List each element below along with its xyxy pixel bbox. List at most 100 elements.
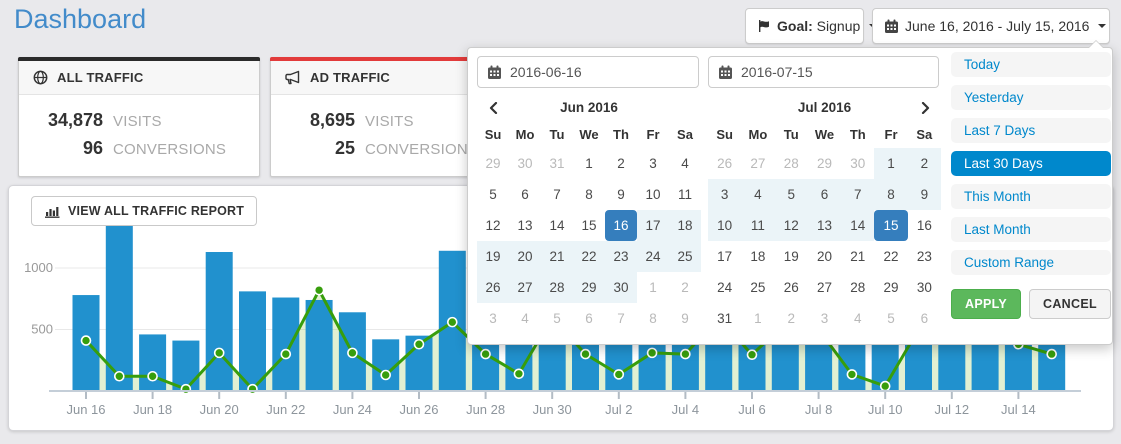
calendar-day[interactable]: 1 (874, 148, 907, 179)
preset-today[interactable]: Today (951, 52, 1111, 77)
calendar-day[interactable]: 20 (509, 241, 541, 272)
conversions-point[interactable] (82, 336, 91, 345)
calendar-day[interactable]: 5 (541, 303, 573, 334)
conversions-point[interactable] (847, 370, 856, 379)
calendar-day[interactable]: 9 (669, 303, 701, 334)
preset-yesterday[interactable]: Yesterday (951, 85, 1111, 110)
conversions-point[interactable] (881, 382, 890, 391)
calendar-day[interactable]: 10 (637, 179, 669, 210)
calendar-day[interactable]: 5 (874, 303, 907, 334)
calendar-day-selected[interactable]: 15 (874, 210, 907, 241)
calendar-day[interactable]: 29 (477, 148, 509, 179)
calendar-day[interactable]: 2 (775, 303, 808, 334)
calendar-day[interactable]: 26 (708, 148, 741, 179)
calendar-day[interactable]: 14 (841, 210, 874, 241)
calendar-day[interactable]: 2 (908, 148, 941, 179)
calendar-day[interactable]: 3 (637, 148, 669, 179)
date-range-button[interactable]: June 16, 2016 - July 15, 2016 (872, 8, 1110, 44)
calendar-day[interactable]: 1 (741, 303, 774, 334)
calendar-day[interactable]: 8 (637, 303, 669, 334)
calendar-day[interactable]: 17 (708, 241, 741, 272)
goal-dropdown-button[interactable]: Goal: Signup (745, 8, 864, 44)
visits-bar[interactable] (139, 334, 166, 391)
visits-bar[interactable] (206, 252, 233, 391)
calendar-day[interactable]: 24 (637, 241, 669, 272)
calendar-day[interactable]: 4 (841, 303, 874, 334)
calendar-day[interactable]: 26 (477, 272, 509, 303)
calendar-day[interactable]: 30 (841, 148, 874, 179)
calendar-day[interactable]: 31 (541, 148, 573, 179)
calendar-day[interactable]: 13 (509, 210, 541, 241)
calendar-day[interactable]: 30 (605, 272, 637, 303)
calendar-day[interactable]: 7 (605, 303, 637, 334)
conversions-point[interactable] (415, 340, 424, 349)
calendar-day[interactable]: 14 (541, 210, 573, 241)
calendar-day[interactable]: 25 (741, 272, 774, 303)
calendar-day[interactable]: 29 (874, 272, 907, 303)
calendar-day[interactable]: 7 (541, 179, 573, 210)
calendar-day[interactable]: 26 (775, 272, 808, 303)
apply-button[interactable]: APPLY (951, 289, 1021, 319)
conversions-point[interactable] (681, 350, 690, 359)
conversions-point[interactable] (381, 371, 390, 380)
calendar-day[interactable]: 19 (477, 241, 509, 272)
calendar-day[interactable]: 6 (908, 303, 941, 334)
conversions-point[interactable] (648, 348, 657, 357)
calendar-day[interactable]: 11 (741, 210, 774, 241)
calendar-day[interactable]: 28 (841, 272, 874, 303)
conversions-point[interactable] (614, 370, 623, 379)
calendar-day[interactable]: 19 (775, 241, 808, 272)
calendar-day[interactable]: 23 (908, 241, 941, 272)
calendar-day[interactable]: 15 (573, 210, 605, 241)
calendar-day[interactable]: 1 (573, 148, 605, 179)
conversions-point[interactable] (115, 372, 124, 381)
calendar-day[interactable]: 4 (509, 303, 541, 334)
calendar-day[interactable]: 3 (477, 303, 509, 334)
calendar-day[interactable]: 2 (605, 148, 637, 179)
calendar-day[interactable]: 27 (808, 272, 841, 303)
preset-last-month[interactable]: Last Month (951, 217, 1111, 242)
conversions-point[interactable] (481, 350, 490, 359)
calendar-day[interactable]: 4 (669, 148, 701, 179)
calendar-day[interactable]: 8 (573, 179, 605, 210)
conversions-point[interactable] (448, 318, 457, 327)
calendar-day[interactable]: 29 (808, 148, 841, 179)
visits-bar[interactable] (172, 341, 199, 391)
calendar-day[interactable]: 7 (841, 179, 874, 210)
conversions-point[interactable] (181, 385, 190, 394)
conversions-point[interactable] (215, 348, 224, 357)
conversions-point[interactable] (315, 286, 324, 295)
end-date-input[interactable] (741, 64, 901, 80)
calendar-day[interactable]: 6 (573, 303, 605, 334)
start-date-input[interactable] (510, 64, 670, 80)
calendar-day[interactable]: 27 (741, 148, 774, 179)
calendar-day[interactable]: 1 (637, 272, 669, 303)
conversions-point[interactable] (514, 369, 523, 378)
preset-last-30-days[interactable]: Last 30 Days (951, 151, 1111, 176)
calendar-day[interactable]: 30 (908, 272, 941, 303)
calendar-day[interactable]: 18 (741, 241, 774, 272)
conversions-point[interactable] (748, 350, 757, 359)
calendar-day[interactable]: 5 (775, 179, 808, 210)
visits-bar[interactable] (272, 298, 299, 391)
calendar-day[interactable]: 13 (808, 210, 841, 241)
conversions-point[interactable] (281, 350, 290, 359)
calendar-day[interactable]: 6 (808, 179, 841, 210)
calendar-day[interactable]: 11 (669, 179, 701, 210)
calendar-day[interactable]: 31 (708, 303, 741, 334)
conversions-point[interactable] (348, 348, 357, 357)
visits-bar[interactable] (239, 291, 266, 391)
calendar-day[interactable]: 4 (741, 179, 774, 210)
calendar-day[interactable]: 27 (509, 272, 541, 303)
prev-month-button[interactable] (483, 98, 503, 118)
calendar-day[interactable]: 25 (669, 241, 701, 272)
calendar-day[interactable]: 22 (573, 241, 605, 272)
visits-bar[interactable] (306, 300, 333, 391)
calendar-day[interactable]: 3 (808, 303, 841, 334)
preset-custom-range[interactable]: Custom Range (951, 250, 1111, 275)
calendar-day[interactable]: 12 (477, 210, 509, 241)
calendar-day[interactable]: 12 (775, 210, 808, 241)
calendar-day[interactable]: 24 (708, 272, 741, 303)
calendar-day[interactable]: 28 (541, 272, 573, 303)
calendar-day[interactable]: 22 (874, 241, 907, 272)
